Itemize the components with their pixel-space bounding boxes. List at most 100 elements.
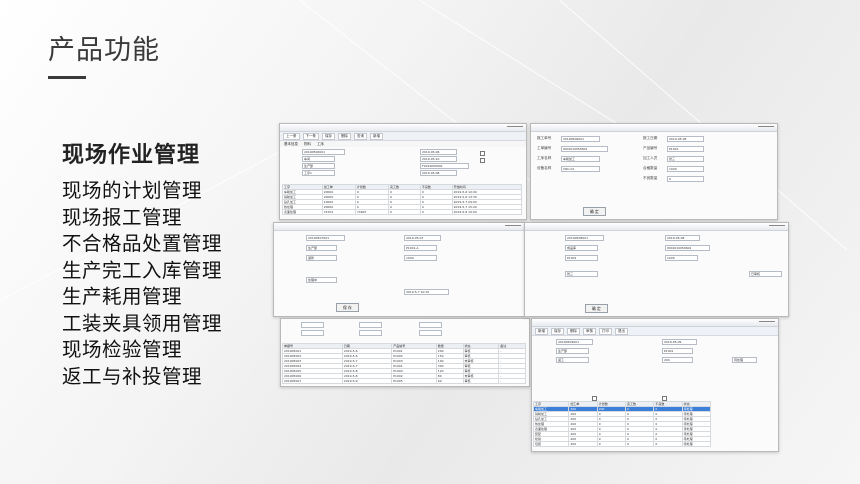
prev-button[interactable]: 上一条 bbox=[283, 132, 300, 140]
end-date-field[interactable]: 2019-05-10 bbox=[420, 156, 457, 162]
query-button[interactable]: 查询 bbox=[354, 132, 367, 140]
table-row[interactable]: 表面处理 74702 74697 0 0 2019-5-8 10:00 bbox=[282, 209, 523, 215]
quantity-field[interactable]: 1000 bbox=[665, 255, 698, 261]
table-cell: 2019-5-8 10:00 bbox=[451, 209, 523, 215]
status-field[interactable]: 处理中 bbox=[306, 277, 337, 283]
checkbox[interactable] bbox=[480, 158, 485, 163]
section-heading: 现场作业管理 bbox=[62, 143, 201, 168]
feature-item: 生产耗用管理 bbox=[62, 285, 183, 308]
add-button[interactable]: 新增 bbox=[370, 132, 383, 140]
confirm-button[interactable]: 确 定 bbox=[583, 207, 606, 216]
document-list-table: 单据号 日期 产品编号 数量 状态 备注 201905001 2019-5-6 P1… bbox=[282, 343, 526, 384]
filter-field[interactable] bbox=[419, 322, 442, 328]
filter-field[interactable] bbox=[359, 330, 382, 336]
field-label: 报工日期 bbox=[643, 136, 658, 140]
window-titlebar bbox=[532, 319, 778, 327]
status-field[interactable]: 待处理 bbox=[732, 357, 757, 363]
department-field[interactable]: 生产部 bbox=[306, 245, 337, 251]
window-titlebar bbox=[531, 124, 777, 132]
defect-qty-field[interactable]: 0 bbox=[667, 176, 704, 182]
workshop-field[interactable]: 车间 bbox=[302, 156, 335, 162]
status-field[interactable]: 已审核 bbox=[749, 271, 782, 277]
department-field[interactable]: 生产部 bbox=[302, 163, 335, 169]
quantity-field[interactable]: 1000 bbox=[404, 255, 437, 261]
inbound-number-field[interactable]: 20190508001 bbox=[565, 235, 604, 241]
plan-process-table: 工序 加工单 计划数 完工数 不良数 开始时间 车削加工 20000 0 0 0 2019… bbox=[282, 184, 523, 215]
title-underline bbox=[48, 76, 86, 79]
product-field[interactable]: P1001 bbox=[662, 348, 693, 354]
product-field[interactable]: P1001 bbox=[565, 255, 598, 261]
filter-field[interactable] bbox=[419, 330, 442, 336]
operator-field[interactable]: 张三 bbox=[667, 156, 704, 162]
checkbox[interactable] bbox=[480, 151, 485, 156]
rework-window-screenshot: 新增 保存 删除 审核 打印 退出 20190509001 2019-05-09… bbox=[531, 318, 779, 452]
work-order-field[interactable]: WO2019050601 bbox=[665, 245, 710, 251]
warehouse-field[interactable]: 成品库 bbox=[565, 245, 598, 251]
report-date-field[interactable]: 2019-05-06 bbox=[667, 136, 704, 142]
start-date-field[interactable]: 2019-05-06 bbox=[420, 149, 457, 155]
table-cell: 待处理 bbox=[681, 441, 712, 447]
rework-number-field[interactable]: 20190509001 bbox=[556, 339, 593, 345]
operator-field[interactable]: 张三 bbox=[565, 271, 598, 277]
tab-process[interactable]: 工序 bbox=[317, 141, 324, 147]
product-code-field[interactable]: P1001 bbox=[667, 146, 704, 152]
table-cell: 200 bbox=[568, 441, 598, 447]
add-button[interactable]: 新增 bbox=[535, 327, 548, 335]
confirm-button[interactable]: 确 定 bbox=[585, 304, 608, 313]
tab-basic[interactable]: 基本信息 bbox=[284, 141, 298, 147]
save-button[interactable]: 保存 bbox=[551, 327, 564, 335]
inbound-date-field[interactable]: 2019-05-08 bbox=[665, 235, 700, 241]
process-field[interactable]: 工序1 bbox=[302, 170, 335, 176]
tab-material[interactable]: 物料 bbox=[304, 141, 311, 147]
approve-button[interactable]: 审核 bbox=[583, 327, 596, 335]
feature-item: 现场报工管理 bbox=[62, 205, 183, 229]
save-button[interactable]: 保 存 bbox=[336, 303, 359, 312]
defect-number-field[interactable]: 20190507001 bbox=[306, 235, 345, 241]
delete-button[interactable]: 删除 bbox=[567, 327, 580, 335]
toolbar: 新增 保存 删除 审核 打印 退出 bbox=[532, 327, 778, 336]
timestamp-field[interactable]: 2019-5-7 10:15 bbox=[404, 289, 449, 295]
rework-date-field[interactable]: 2019-05-09 bbox=[662, 339, 697, 345]
work-order-field[interactable]: WO2019050601 bbox=[561, 146, 608, 152]
table-row[interactable]: 201905007 2019-5-9 P1005 60 审核 - bbox=[282, 378, 526, 384]
plan-number-field[interactable]: 20190506001 bbox=[302, 149, 345, 155]
disposition-field[interactable]: 返修 bbox=[306, 255, 337, 261]
order-field[interactable]: F2019050601 bbox=[420, 163, 469, 169]
table-row[interactable]: 包装 200 0 0 0 待处理 bbox=[532, 441, 712, 447]
save-button[interactable]: 保存 bbox=[322, 132, 335, 140]
qualified-qty-field[interactable]: 1000 bbox=[667, 166, 704, 172]
quantity-field[interactable]: 200 bbox=[662, 357, 693, 363]
toolbar: 上一条 下一条 保存 删除 查询 新增 bbox=[280, 132, 526, 141]
field-label: 加工人员 bbox=[643, 156, 658, 160]
filter-field[interactable] bbox=[359, 322, 382, 328]
rework-process-table: 工序 加工单 计划数 完工数 不良数 状态 车削加工 200 200 0 0 待处理 铣削… bbox=[532, 401, 712, 447]
product-field[interactable]: P1001-A bbox=[404, 245, 437, 251]
process-name-field[interactable]: 车削加工 bbox=[561, 156, 600, 162]
slide-title: 产品功能 bbox=[48, 35, 160, 66]
table-cell: P1005 bbox=[391, 378, 437, 384]
field-label: 设备名称 bbox=[537, 166, 552, 170]
report-window-screenshot: 报工单号 20190506001 报工日期 2019-05-06 工单编号 WO… bbox=[530, 123, 778, 220]
equipment-field[interactable]: CNC-01 bbox=[561, 166, 600, 172]
table-cell: 表面处理 bbox=[282, 209, 323, 215]
field-label: 合格数量 bbox=[643, 166, 658, 170]
next-button[interactable]: 下一条 bbox=[302, 132, 319, 140]
feature-list: 现场的计划管理 现场报工管理 不合格品处置管理 生产完工入库管理 生产耗用管理 … bbox=[62, 178, 222, 390]
print-button[interactable]: 打印 bbox=[599, 327, 612, 335]
feature-item: 现场检验管理 bbox=[62, 338, 183, 361]
table-cell: - bbox=[498, 378, 526, 384]
filter-field[interactable] bbox=[301, 322, 324, 328]
window-titlebar bbox=[274, 223, 524, 231]
delete-button[interactable]: 删除 bbox=[338, 132, 351, 140]
feature-item: 工装夹具领用管理 bbox=[62, 311, 223, 335]
table-cell: 201905007 bbox=[282, 378, 343, 384]
plan-date-field[interactable]: 2019-05-08 bbox=[420, 170, 457, 176]
rework-type-field[interactable]: 返工 bbox=[556, 357, 589, 363]
exit-button[interactable]: 退出 bbox=[615, 327, 628, 335]
report-number-field[interactable]: 20190506001 bbox=[561, 136, 600, 142]
window-controls bbox=[759, 321, 775, 325]
table-cell: 74702 bbox=[321, 209, 356, 215]
filter-field[interactable] bbox=[301, 330, 324, 336]
department-field[interactable]: 生产部 bbox=[556, 348, 589, 354]
defect-date-field[interactable]: 2019-05-07 bbox=[404, 235, 441, 241]
